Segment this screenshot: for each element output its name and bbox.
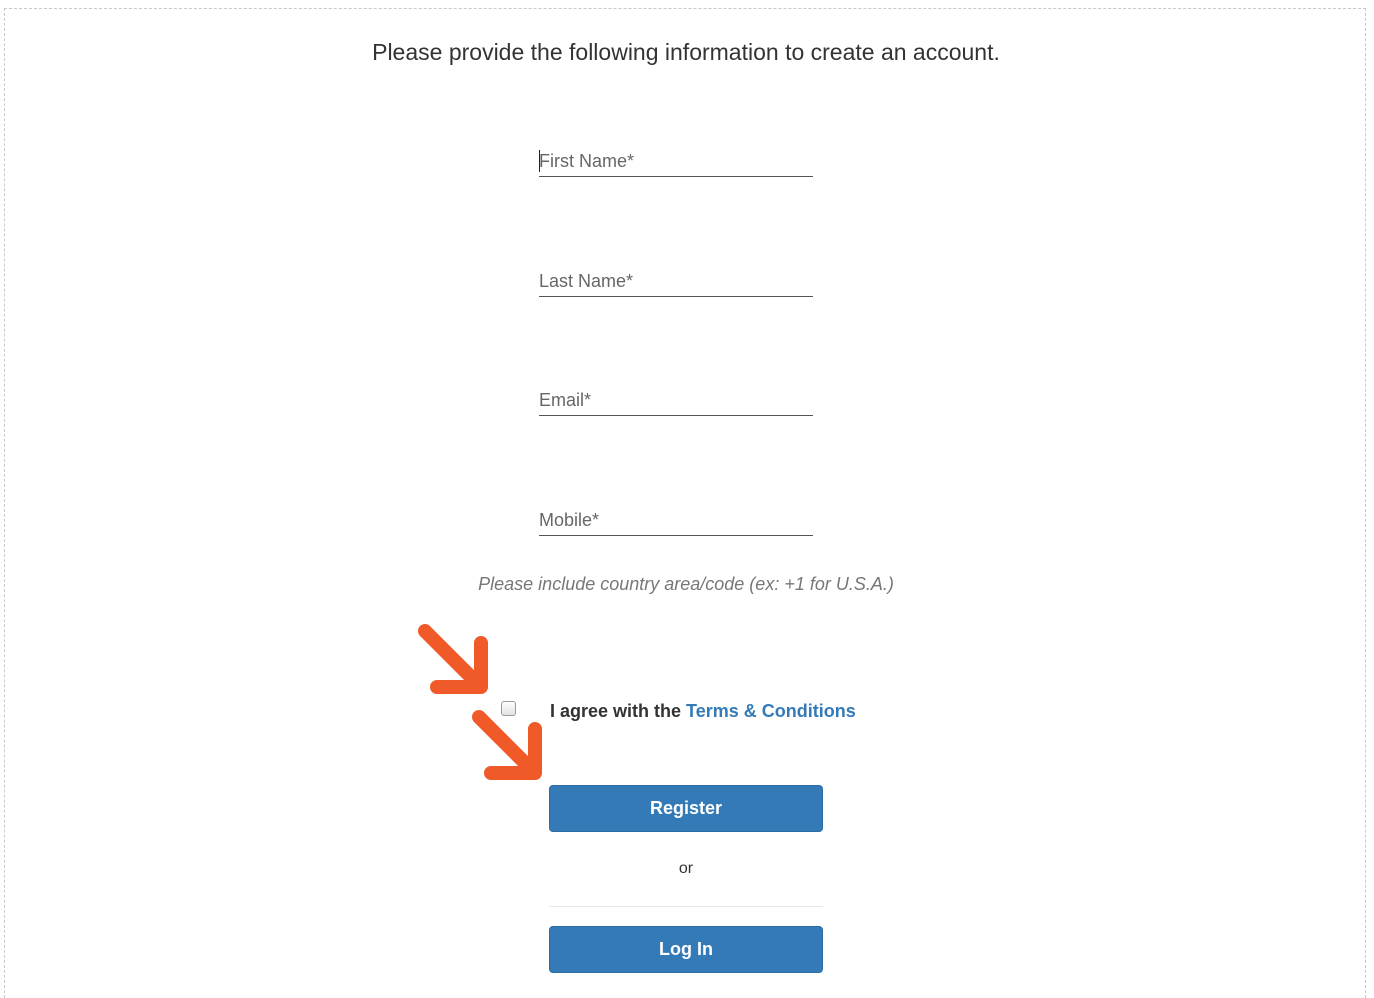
first-name-input[interactable] xyxy=(539,147,813,175)
terms-agreement: I agree with the Terms & Conditions xyxy=(550,701,856,722)
last-name-input[interactable] xyxy=(539,267,813,295)
mobile-field[interactable] xyxy=(539,506,813,536)
intro-text: Please provide the following information… xyxy=(372,39,1000,65)
terms-prefix: I agree with the xyxy=(550,701,682,721)
text-caret xyxy=(539,150,540,172)
email-input[interactable] xyxy=(539,386,813,414)
annotation-arrow-icon xyxy=(472,710,542,780)
email-field[interactable] xyxy=(539,386,813,416)
last-name-field[interactable] xyxy=(539,267,813,297)
page-frame: Please provide the following information… xyxy=(4,8,1366,998)
first-name-field[interactable] xyxy=(539,147,813,177)
login-button[interactable]: Log In xyxy=(549,926,823,973)
or-separator: or xyxy=(678,860,694,877)
register-button[interactable]: Register xyxy=(549,785,823,832)
terms-conditions-link[interactable]: Terms & Conditions xyxy=(686,701,856,721)
mobile-hint: Please include country area/code (ex: +1… xyxy=(478,574,894,594)
divider xyxy=(549,906,823,907)
annotation-arrow-icon xyxy=(418,624,488,694)
mobile-input[interactable] xyxy=(539,506,813,534)
terms-checkbox[interactable] xyxy=(501,701,516,716)
